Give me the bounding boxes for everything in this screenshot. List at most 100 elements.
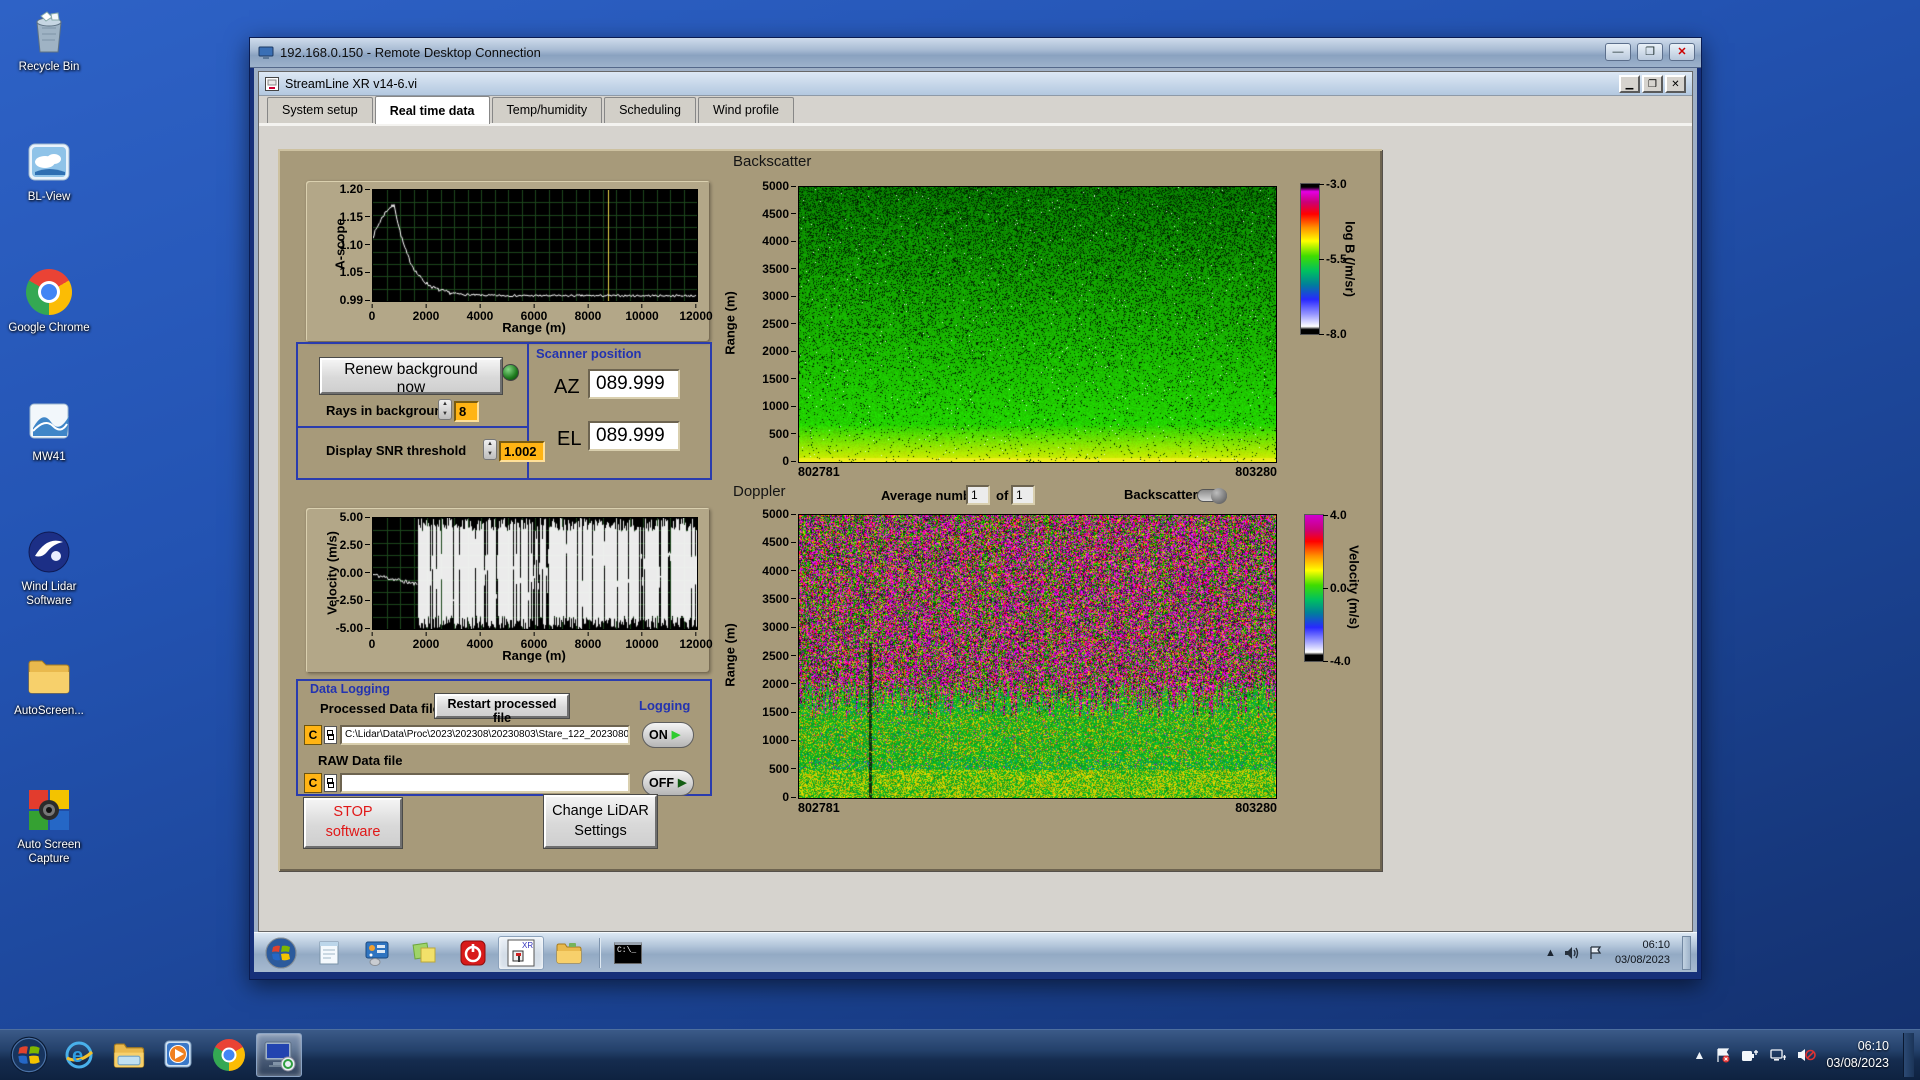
divider	[298, 426, 527, 428]
rays-value[interactable]: 8	[454, 401, 479, 422]
doppler-colorbar-label: Velocity (m/s)	[1346, 545, 1362, 629]
desktop-icon-auto-screen-capture[interactable]: Auto Screen Capture	[6, 786, 92, 867]
y-tick: 1500	[762, 372, 796, 386]
average-number-value[interactable]: 1	[966, 485, 990, 505]
host-taskbar-explorer[interactable]	[106, 1033, 152, 1077]
velocity-yticks: 5.00 2.50 0.00 -2.50 -5.00	[320, 510, 370, 635]
host-clock[interactable]: 06:10 03/08/2023	[1826, 1038, 1889, 1072]
host-network-icon[interactable]	[1769, 1048, 1787, 1063]
desktop-icon-google-chrome[interactable]: Google Chrome	[6, 268, 92, 335]
processed-logging-toggle[interactable]: ON ▶	[642, 722, 694, 748]
browse-path-icon[interactable]	[324, 774, 337, 792]
y-tick: 1000	[762, 399, 796, 413]
host-taskbar-remote-desktop[interactable]	[256, 1033, 302, 1077]
snr-spinner[interactable]: ▲ ▼	[483, 439, 497, 460]
remote-taskbar-notepad[interactable]	[306, 936, 352, 970]
y-tick: 0.00	[340, 566, 370, 580]
rays-spinner[interactable]: ▲ ▼	[438, 399, 452, 420]
rdp-titlebar[interactable]: 192.168.0.150 - Remote Desktop Connectio…	[250, 38, 1701, 68]
desktop-icon-label: Auto Screen Capture	[17, 839, 81, 866]
toggle-knob	[1211, 488, 1227, 504]
y-tick: 4500	[762, 535, 796, 549]
app-close-button[interactable]: ✕	[1665, 75, 1686, 93]
host-clock-time: 06:10	[1857, 1039, 1889, 1054]
remote-show-desktop-button[interactable]	[1682, 935, 1691, 970]
ascope-plot[interactable]	[372, 189, 698, 302]
tab-real-time-data[interactable]: Real time data	[374, 96, 490, 124]
snr-label: Display SNR threshold	[326, 443, 467, 458]
doppler-x-start: 802781	[798, 801, 840, 815]
y-tick: 0.99	[340, 293, 370, 307]
y-tick: 500	[769, 762, 796, 776]
rdp-restore-button[interactable]: ❐	[1637, 43, 1663, 61]
backscatter-heatmap[interactable]	[798, 186, 1277, 463]
app-titlebar[interactable]: StreamLine XR v14-6.vi ▁ ❐ ✕	[259, 72, 1692, 96]
el-value[interactable]: 089.999	[588, 421, 680, 451]
background-led	[502, 364, 519, 381]
desktop-icon-mw41[interactable]: MW41	[6, 398, 92, 464]
tab-system-setup[interactable]: System setup	[267, 97, 373, 123]
host-action-center-flag-icon[interactable]	[1715, 1047, 1731, 1063]
browse-path-icon[interactable]	[324, 726, 337, 744]
y-tick: 5000	[762, 179, 796, 193]
explorer-folder-icon	[556, 942, 582, 963]
svg-text:XR: XR	[522, 941, 533, 950]
host-taskbar-chrome[interactable]	[206, 1033, 252, 1077]
y-tick: -5.00	[336, 621, 370, 635]
remote-start-button[interactable]	[258, 936, 304, 970]
desktop-icon-bl-view[interactable]: BL-View	[6, 138, 92, 204]
processed-path-field[interactable]: C:\Lidar\Data\Proc\2023\202308\20230803\…	[340, 725, 630, 745]
velocity-plot[interactable]	[372, 517, 698, 630]
remote-tray-expand-icon[interactable]: ▲	[1545, 947, 1556, 959]
desktop-icon-wind-lidar[interactable]: Wind Lidar Software	[6, 528, 92, 609]
average-count-value[interactable]: 1	[1011, 485, 1035, 505]
renew-background-button[interactable]: Renew background now	[320, 358, 502, 396]
tab-wind-profile[interactable]: Wind profile	[697, 97, 794, 123]
remote-taskbar-explorer[interactable]	[546, 936, 592, 970]
y-tick: 0	[782, 454, 796, 468]
app-minimize-button[interactable]: ▁	[1619, 75, 1640, 93]
host-speaker-muted-icon[interactable]	[1797, 1047, 1817, 1063]
rdp-close-button[interactable]: ✕	[1669, 43, 1695, 61]
desktop-icon-autoscreen-folder[interactable]: AutoScreen...	[6, 652, 92, 718]
remote-taskbar-power-app[interactable]	[450, 936, 496, 970]
host-start-button[interactable]	[6, 1033, 52, 1077]
remote-clock[interactable]: 06:10 03/08/2023	[1615, 938, 1670, 968]
host-taskbar-media-player[interactable]	[156, 1033, 202, 1077]
drive-letter[interactable]: C	[304, 773, 322, 793]
remote-taskbar-display-settings[interactable]	[354, 936, 400, 970]
az-value[interactable]: 089.999	[588, 369, 680, 399]
rdp-minimize-button[interactable]: —	[1605, 43, 1631, 61]
desktop-icon-recycle-bin[interactable]: Recycle Bin	[6, 8, 92, 74]
backscatter-colorbar-label: log B (/m/sr)	[1342, 221, 1358, 297]
y-tick: 2000	[762, 344, 796, 358]
doppler-title: Doppler	[733, 483, 786, 500]
change-lidar-settings-button[interactable]: Change LiDAR Settings	[544, 795, 657, 848]
power-icon	[460, 940, 486, 965]
drive-letter[interactable]: C	[304, 725, 322, 745]
restart-processed-file-button[interactable]: Restart processed file	[435, 694, 569, 725]
backscatter-toggle-switch[interactable]	[1197, 488, 1227, 504]
host-battery-icon[interactable]	[1741, 1048, 1759, 1063]
y-tick: 4000	[762, 564, 796, 578]
raw-logging-toggle[interactable]: OFF ▶	[642, 770, 694, 796]
remote-action-center-flag-icon[interactable]	[1588, 945, 1603, 960]
tab-scheduling[interactable]: Scheduling	[604, 97, 696, 123]
app-maximize-button[interactable]: ❐	[1642, 75, 1663, 93]
stop-software-button[interactable]: STOP software	[304, 798, 402, 848]
host-show-desktop-button[interactable]	[1903, 1033, 1914, 1077]
raw-path-field[interactable]	[340, 773, 630, 793]
data-logging-title: Data Logging	[310, 682, 390, 696]
remote-taskbar-streamline-xr[interactable]: XR	[498, 935, 544, 970]
host-taskbar-internet-explorer[interactable]: e	[56, 1033, 102, 1077]
host-tray-expand-icon[interactable]: ▲	[1694, 1048, 1706, 1062]
tab-temp-humidity[interactable]: Temp/humidity	[491, 97, 603, 123]
snr-value[interactable]: 1.002	[499, 441, 545, 462]
remote-taskbar-command-prompt[interactable]: C:\_	[605, 936, 651, 970]
remote-taskbar-sticky-notes[interactable]	[402, 936, 448, 970]
processed-path-row: C C:\Lidar\Data\Proc\2023\202308\2023080…	[304, 725, 630, 745]
colorbar-tick: 0.0	[1323, 581, 1347, 595]
remote-speaker-icon[interactable]	[1564, 946, 1580, 960]
doppler-heatmap[interactable]	[798, 514, 1277, 799]
host-clock-date: 03/08/2023	[1826, 1056, 1889, 1070]
